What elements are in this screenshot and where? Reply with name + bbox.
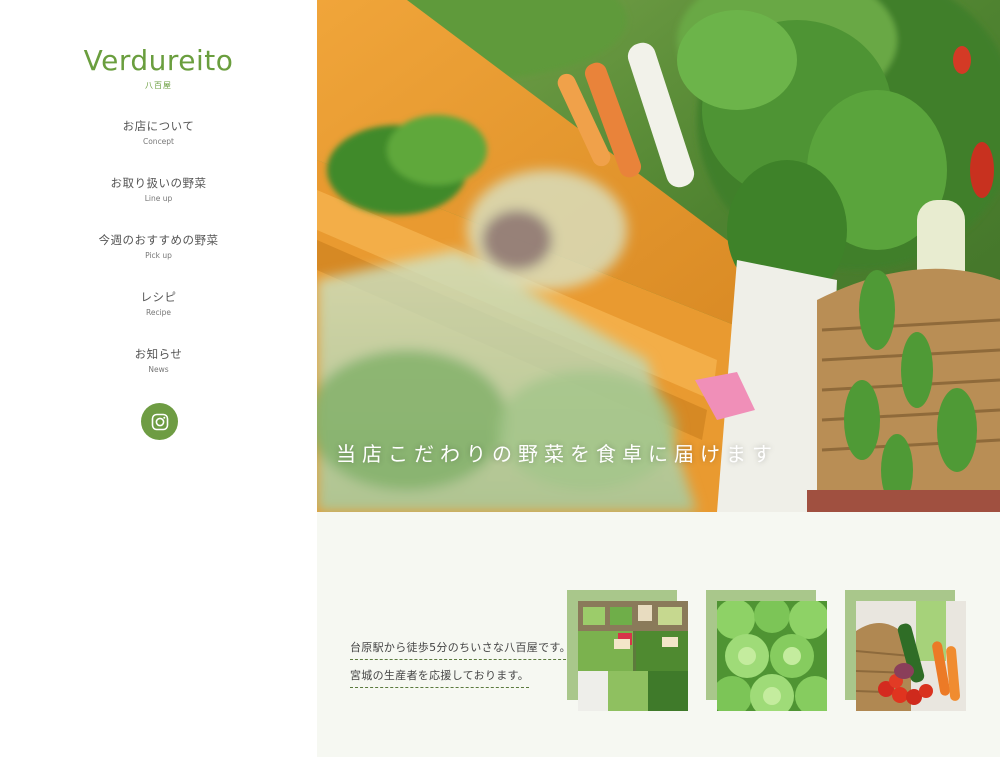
intro-text: 台原駅から徒歩5分のちいさな八百屋です。 宮城の生産者を応援しております。 [350, 636, 571, 692]
thumbnail-image [856, 601, 966, 711]
vegetable-photo [317, 0, 1000, 512]
main-nav: お店について Concept お取り扱いの野菜 Line up 今週のおすすめの… [0, 118, 317, 403]
nav-label-jp: お店について [122, 119, 195, 133]
nav-label-jp: お知らせ [134, 347, 183, 361]
nav-label-en: Pick up [145, 251, 172, 260]
instagram-icon[interactable] [141, 403, 178, 440]
nav-label-en: Recipe [145, 308, 172, 317]
nav-label-en: Concept [142, 137, 175, 146]
thumbnail-cabbage[interactable] [706, 590, 828, 712]
nav-label-jp: レシピ [140, 290, 177, 304]
intro-line-2: 宮城の生産者を応援しております。 [350, 668, 530, 688]
nav-label-en: Line up [144, 194, 173, 203]
intro-line-1: 台原駅から徒歩5分のちいさな八百屋です。 [350, 640, 571, 660]
nav-label-en: News [148, 365, 169, 374]
hero-tagline: 当店こだわりの野菜を食卓に届けます [336, 442, 778, 466]
nav-item-lineup[interactable]: お取り扱いの野菜 Line up [0, 175, 317, 232]
nav-label-jp: お取り扱いの野菜 [110, 176, 207, 190]
logo-subtitle: 八百屋 [145, 81, 172, 90]
logo-text[interactable]: Verdureito [0, 44, 317, 78]
nav-label-jp: 今週のおすすめの野菜 [98, 233, 219, 247]
thumbnail-image [717, 601, 827, 711]
nav-item-pickup[interactable]: 今週のおすすめの野菜 Pick up [0, 232, 317, 289]
intro-section: 台原駅から徒歩5分のちいさな八百屋です。 宮城の生産者を応援しております。 [317, 512, 1000, 757]
nav-item-concept[interactable]: お店について Concept [0, 118, 317, 175]
nav-item-news[interactable]: お知らせ News [0, 346, 317, 403]
sidebar: Verdureito 八百屋 お店について Concept お取り扱いの野菜 L… [0, 0, 317, 757]
nav-item-recipe[interactable]: レシピ Recipe [0, 289, 317, 346]
logo[interactable]: Verdureito 八百屋 [0, 44, 317, 91]
thumbnail-image [578, 601, 688, 711]
thumbnail-market[interactable] [567, 590, 689, 712]
thumbnail-basket[interactable] [845, 590, 967, 712]
hero-image: 当店こだわりの野菜を食卓に届けます [317, 0, 1000, 512]
